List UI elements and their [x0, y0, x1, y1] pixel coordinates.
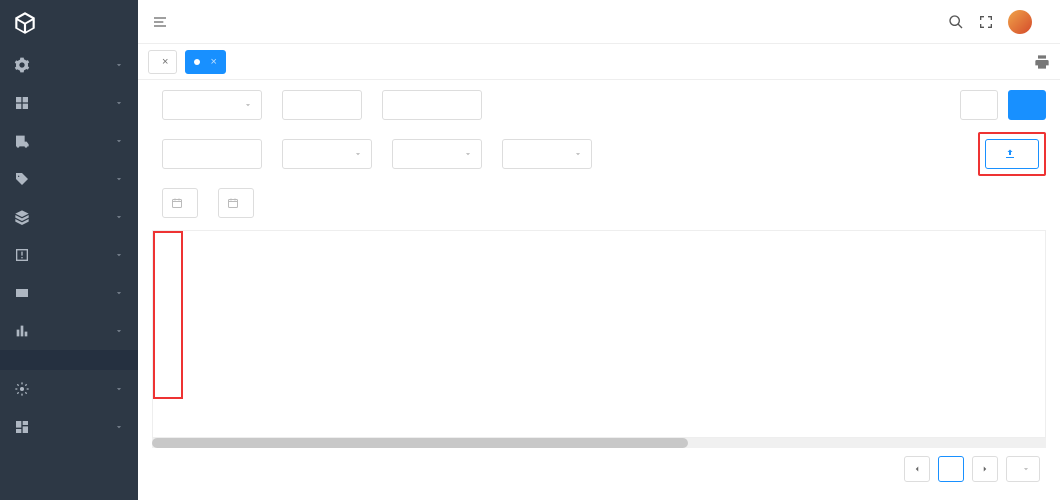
chevron-right-icon — [980, 464, 990, 474]
chevron-down-icon — [114, 212, 124, 222]
sidebar-item-report[interactable] — [0, 312, 138, 350]
chevron-down-icon — [114, 422, 124, 432]
delivery-select[interactable] — [392, 139, 482, 169]
chevron-down-icon — [114, 250, 124, 260]
horizontal-scrollbar[interactable] — [152, 438, 1046, 448]
dashboard-icon — [14, 419, 30, 435]
sidebar-menu — [0, 46, 138, 480]
pager-next[interactable] — [972, 456, 998, 482]
sidebar-item-exception[interactable] — [0, 236, 138, 274]
reset-button[interactable] — [960, 90, 998, 120]
layers-icon — [14, 209, 30, 225]
chevron-down-icon — [114, 60, 124, 70]
sidebar-item-system[interactable] — [0, 46, 138, 84]
export-button[interactable] — [985, 139, 1039, 169]
tab-outbound-report[interactable]: × — [185, 50, 225, 74]
alert-icon — [14, 247, 30, 263]
chevron-down-icon — [114, 326, 124, 336]
tab-bar: × × — [138, 44, 1060, 80]
pagination — [152, 448, 1046, 490]
fullscreen-icon[interactable] — [978, 14, 994, 30]
order-type-select[interactable] — [282, 139, 372, 169]
sidebar-item-marketing[interactable] — [0, 160, 138, 198]
chevron-down-icon — [114, 98, 124, 108]
sidebar-item-dashboard[interactable] — [0, 408, 138, 446]
cog-icon — [14, 381, 30, 397]
pager-page-1[interactable] — [938, 456, 964, 482]
calendar-icon — [171, 197, 183, 209]
printer-icon[interactable] — [1034, 54, 1050, 70]
sidebar — [0, 0, 138, 500]
chevron-down-icon — [463, 149, 473, 159]
search-icon[interactable] — [948, 14, 964, 30]
export-highlight — [978, 132, 1046, 176]
chart-icon — [14, 323, 30, 339]
chevron-down-icon — [114, 288, 124, 298]
menu-toggle-icon[interactable] — [152, 14, 168, 30]
dot-icon — [194, 59, 200, 65]
grid-icon — [14, 95, 30, 111]
dealer-select[interactable] — [162, 90, 262, 120]
chevron-down-icon — [114, 384, 124, 394]
pager-prev[interactable] — [904, 456, 930, 482]
sidebar-item-data[interactable] — [0, 198, 138, 236]
close-icon[interactable]: × — [210, 56, 216, 68]
chevron-down-icon — [353, 149, 363, 159]
outpos-input[interactable] — [382, 90, 482, 120]
date-from-input[interactable] — [162, 188, 198, 218]
sidebar-item-basic[interactable] — [0, 370, 138, 408]
chevron-down-icon — [1021, 464, 1031, 474]
chevron-left-icon — [912, 464, 922, 474]
store-input[interactable] — [162, 139, 262, 169]
avatar[interactable] — [1008, 10, 1032, 34]
calendar-icon — [227, 197, 239, 209]
logo-icon — [12, 10, 38, 36]
content — [138, 80, 1060, 500]
tab-report-home[interactable]: × — [148, 50, 177, 74]
pager-size-select[interactable] — [1006, 456, 1040, 482]
main: × × — [138, 0, 1060, 500]
sidebar-item-delivery[interactable] — [0, 122, 138, 160]
wallet-icon — [14, 285, 30, 301]
chevron-down-icon — [114, 136, 124, 146]
warehouse-select[interactable] — [502, 139, 592, 169]
upload-icon — [1004, 148, 1016, 160]
brand — [0, 0, 138, 46]
gear-icon — [14, 57, 30, 73]
chevron-down-icon — [114, 174, 124, 184]
table-container — [152, 230, 1046, 438]
close-icon[interactable]: × — [162, 56, 168, 68]
truck-icon — [14, 133, 30, 149]
topbar — [138, 0, 1060, 44]
sidebar-item-warehouse[interactable] — [0, 84, 138, 122]
search-button[interactable] — [1008, 90, 1046, 120]
product-input[interactable] — [282, 90, 362, 120]
tag-icon — [14, 171, 30, 187]
date-to-input[interactable] — [218, 188, 254, 218]
chevron-down-icon — [243, 100, 253, 110]
version-label — [0, 480, 138, 500]
sidebar-subitem-report-home[interactable] — [0, 350, 138, 370]
chevron-down-icon — [573, 149, 583, 159]
checkbox-column-highlight — [153, 231, 183, 399]
sidebar-item-finance[interactable] — [0, 274, 138, 312]
